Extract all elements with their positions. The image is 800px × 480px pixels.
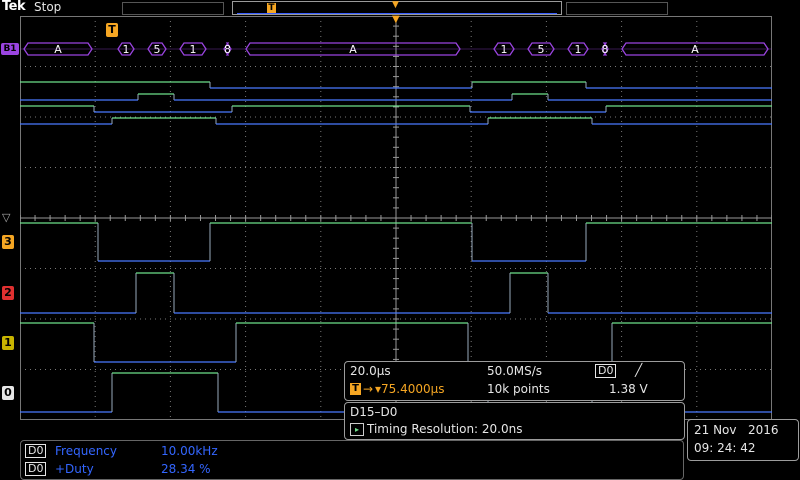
timebase-value: 20.0µs [350, 364, 391, 378]
time-label: 09: 24: 42 [694, 441, 756, 455]
waveform-display[interactable]: A1518A1518A [20, 16, 772, 420]
measurement-value-1: 10.00kHz [161, 444, 218, 458]
channel-marker-d3[interactable]: 3 [2, 235, 14, 249]
brand-logo: Tek [2, 0, 26, 14]
trigger-position-value: ▾75.4000µs [375, 382, 445, 396]
trigger-position-icon: T [267, 3, 276, 13]
channel-marker-d1[interactable]: 1 [2, 336, 14, 350]
trigger-icon: T [350, 383, 361, 395]
sample-rate-value: 50.0MS/s [487, 364, 542, 378]
digital-threshold-icon: ▸ [350, 423, 364, 436]
arrow-right-icon: → [363, 382, 374, 396]
graticule [20, 16, 772, 420]
bus-label-b1[interactable]: B1 [1, 43, 19, 55]
trigger-marker-icon[interactable]: T [106, 23, 118, 37]
measurement-value-2: 28.34 % [161, 462, 211, 476]
digital-channels-panel[interactable]: D15–D0 ▸ Timing Resolution: 20.0ns [344, 402, 685, 440]
trigger-level-value: 1.38 V [609, 382, 648, 396]
trigger-point-icon: ▼ [392, 14, 400, 25]
horizontal-center-icon: ▼ [392, 0, 399, 10]
date-label: 21 Nov 2016 [694, 423, 779, 437]
measurement-source-1: D0 [25, 444, 47, 458]
measurement-label-1: Frequency [55, 444, 117, 458]
top-status-bar: Tek Stop T ▼ [0, 0, 800, 16]
record-view-left [122, 2, 224, 15]
record-length-value: 10k points [487, 382, 550, 396]
acquisition-panel[interactable]: 20.0µs 50.0MS/s D0 ╱ T → ▾75.4000µs 10k … [344, 361, 685, 401]
record-view-right [566, 2, 668, 15]
datetime-panel: 21 Nov 2016 09: 24: 42 [687, 419, 799, 461]
timing-resolution-label: Timing Resolution: 20.0ns [367, 422, 523, 436]
measurement-source-2: D0 [25, 462, 47, 476]
digital-range-label: D15–D0 [350, 405, 398, 419]
channel-marker-d0[interactable]: 0 [2, 386, 14, 400]
channel-marker-d2[interactable]: 2 [2, 286, 14, 300]
trigger-source-label: D0 [595, 364, 617, 378]
measurement-label-2: +Duty [55, 462, 94, 476]
trigger-slope-icon: ╱ [635, 363, 643, 377]
measurement-panel[interactable]: D0 Frequency 10.00kHz D0 +Duty 28.34 % [20, 440, 684, 480]
run-state-label[interactable]: Stop [34, 0, 61, 14]
threshold-marker-icon: ▽ [2, 211, 11, 224]
